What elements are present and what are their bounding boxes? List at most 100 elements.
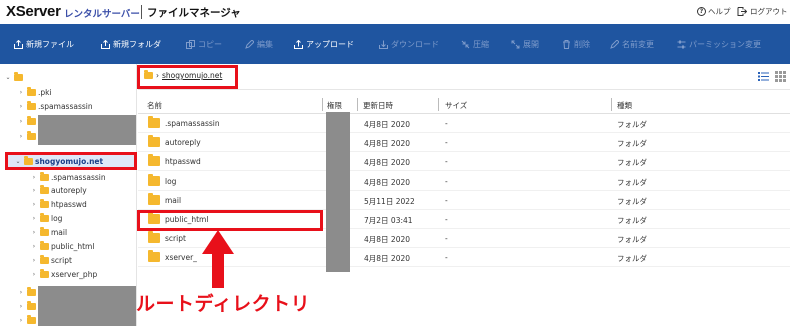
chevron-right-icon: ›: [19, 133, 23, 140]
tree-item-label: mail: [51, 228, 68, 237]
permission-button[interactable]: パーミッション変更: [677, 39, 761, 50]
tree-item[interactable]: › xserver_php: [30, 268, 97, 281]
logout-icon: [737, 7, 747, 16]
chevron-right-icon: ›: [32, 201, 36, 208]
tree-item[interactable]: › .spamassassin: [17, 100, 93, 113]
file-modified: 4月8日 2020: [364, 158, 411, 167]
edit-label: 編集: [257, 40, 273, 49]
file-type: フォルダ: [617, 120, 647, 129]
tree-item-label: .pki: [38, 88, 52, 97]
tree-item-root[interactable]: ⌄: [4, 71, 25, 84]
up-arrow-icon: [202, 230, 234, 288]
file-type: フォルダ: [617, 139, 647, 148]
table-row[interactable]: htpasswd 4月8日 2020 - フォルダ: [138, 152, 790, 171]
column-divider[interactable]: [438, 98, 439, 111]
column-header-name[interactable]: 名前: [147, 100, 162, 111]
file-modified: 5月11日 2022: [364, 197, 415, 206]
file-name: htpasswd: [165, 157, 201, 166]
folder-icon: [40, 185, 49, 194]
file-size: -: [445, 157, 448, 166]
tree-item[interactable]: ›: [17, 130, 38, 143]
new-file-button[interactable]: 新規ファイル: [14, 39, 74, 50]
chevron-right-icon: ›: [32, 229, 36, 236]
compress-button[interactable]: 圧縮: [461, 39, 489, 50]
folder-icon: [40, 213, 49, 222]
tree-item-label: autoreply: [51, 186, 87, 195]
rename-button[interactable]: 名前変更: [610, 39, 654, 50]
grid-view-icon[interactable]: [775, 71, 786, 82]
tree-item[interactable]: › htpasswd: [30, 198, 87, 211]
file-type: フォルダ: [617, 254, 647, 263]
upload-icon: [294, 40, 303, 49]
tree-item[interactable]: › script: [30, 254, 72, 267]
folder-icon: [40, 269, 49, 278]
file-type: フォルダ: [617, 158, 647, 167]
download-icon: [379, 40, 388, 49]
column-divider[interactable]: [611, 98, 612, 111]
folder-icon: [27, 315, 36, 324]
folder-icon: [40, 199, 49, 208]
table-row[interactable]: script 4月8日 2020 - フォルダ: [138, 229, 790, 248]
table-row[interactable]: xserver_ 4月8日 2020 - フォルダ: [138, 248, 790, 267]
tree-item[interactable]: › .pki: [17, 86, 52, 99]
column-header-permission[interactable]: 権限: [327, 100, 342, 111]
chevron-right-icon: ›: [32, 174, 36, 181]
copy-button[interactable]: コピー: [186, 39, 222, 50]
folder-tree: ⌄ › .pki › .spamassassin › › ⌄ shogyomuj…: [0, 64, 137, 326]
column-header-type[interactable]: 種類: [617, 100, 632, 111]
logout-link[interactable]: ログアウト: [737, 6, 788, 17]
tree-item[interactable]: ›: [17, 115, 38, 128]
tree-item[interactable]: ›: [17, 286, 38, 299]
permission-label: パーミッション変更: [689, 40, 761, 49]
file-modified: 4月8日 2020: [364, 235, 411, 244]
redaction-block: [38, 115, 136, 145]
list-view-icon[interactable]: [758, 71, 769, 82]
new-folder-icon: [101, 40, 110, 49]
table-row[interactable]: .spamassassin 4月8日 2020 - フォルダ: [138, 114, 790, 133]
table-row[interactable]: mail 5月11日 2022 - フォルダ: [138, 191, 790, 210]
tree-item[interactable]: ›: [17, 300, 38, 313]
tree-item[interactable]: › .spamassassin: [30, 171, 106, 184]
tree-item-label: script: [51, 256, 72, 265]
file-type: フォルダ: [617, 216, 647, 225]
help-icon: ?: [697, 7, 706, 16]
extract-icon: [511, 40, 520, 49]
folder-icon: [148, 250, 160, 262]
logout-label: ログアウト: [750, 7, 788, 16]
tree-item-label: .spamassassin: [51, 173, 106, 182]
folder-icon: [148, 154, 160, 166]
help-link[interactable]: ? ヘルプ: [697, 6, 731, 17]
chevron-right-icon: ›: [32, 243, 36, 250]
upload-button[interactable]: アップロード: [294, 39, 354, 50]
xserver-logo[interactable]: XServer: [6, 3, 61, 20]
folder-icon: [27, 116, 36, 125]
chevron-down-icon: ⌄: [5, 74, 11, 81]
new-folder-button[interactable]: 新規フォルダ: [101, 39, 161, 50]
tree-item[interactable]: › log: [30, 212, 62, 225]
file-name: xserver_: [165, 253, 197, 262]
column-divider[interactable]: [357, 98, 358, 111]
file-size: -: [445, 119, 448, 128]
chevron-right-icon: ›: [32, 215, 36, 222]
file-name: autoreply: [165, 138, 201, 147]
tree-item[interactable]: › public_html: [30, 240, 94, 253]
extract-button[interactable]: 展開: [511, 39, 539, 50]
annotation-box-path: [137, 65, 238, 89]
upload-label: アップロード: [306, 40, 354, 49]
column-divider[interactable]: [322, 98, 323, 111]
download-button[interactable]: ダウンロード: [379, 39, 439, 50]
tree-item[interactable]: ›: [17, 314, 38, 326]
file-name: log: [165, 177, 177, 186]
table-row[interactable]: log 4月8日 2020 - フォルダ: [138, 172, 790, 191]
upload-box-icon: [14, 40, 23, 49]
app-header: XServer レンタルサーバー ファイルマネージャ ? ヘルプ ログアウト: [0, 0, 790, 24]
edit-button[interactable]: 編集: [245, 39, 273, 50]
tree-item[interactable]: › autoreply: [30, 184, 87, 197]
table-row[interactable]: autoreply 4月8日 2020 - フォルダ: [138, 133, 790, 152]
delete-button[interactable]: 削除: [562, 39, 590, 50]
file-size: -: [445, 215, 448, 224]
column-header-size[interactable]: サイズ: [445, 100, 467, 111]
tree-item-label: .spamassassin: [38, 102, 93, 111]
tree-item[interactable]: › mail: [30, 226, 67, 239]
column-header-modified[interactable]: 更新日時: [363, 100, 393, 111]
